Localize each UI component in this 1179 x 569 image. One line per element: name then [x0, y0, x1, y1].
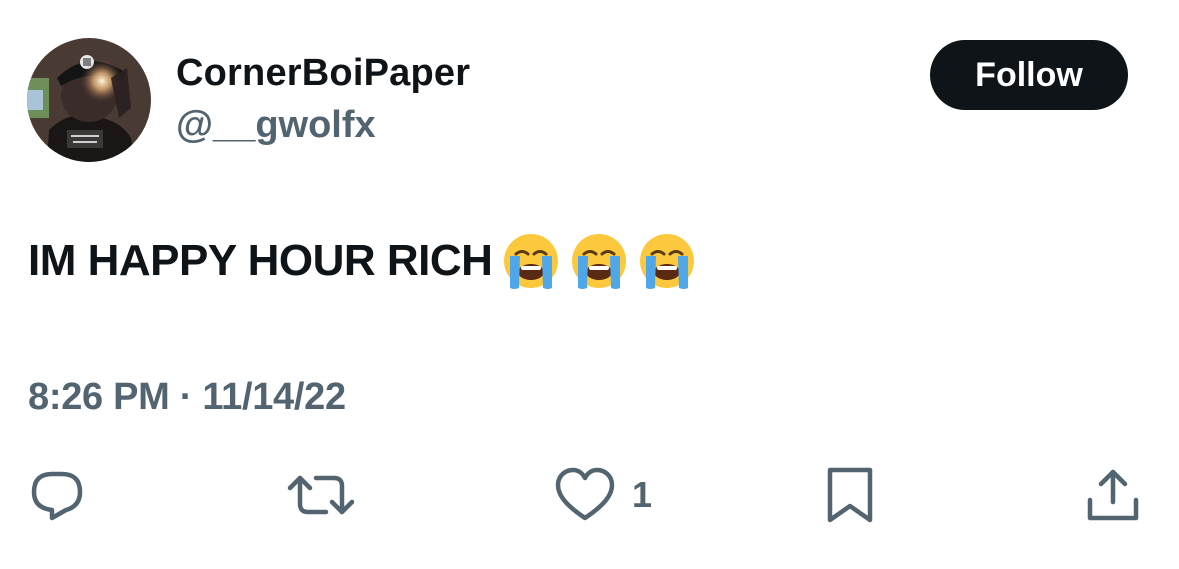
reply-icon: [31, 471, 83, 521]
tweet-text: IM HAPPY HOUR RICH: [28, 232, 696, 290]
tweet-card: CornerBoiPaper @__gwolfx Follow IM HAPPY…: [0, 0, 1179, 569]
share-button[interactable]: [1084, 466, 1142, 524]
reply-button[interactable]: [28, 466, 86, 524]
retweet-icon: [287, 475, 355, 515]
tweet-timestamp[interactable]: 8:26 PM · 11/14/22: [28, 376, 346, 419]
bookmark-button[interactable]: [824, 466, 876, 524]
bookmark-icon: [827, 467, 873, 523]
loudly-crying-face-icon: [502, 232, 560, 290]
heart-icon: [555, 467, 615, 521]
display-name[interactable]: CornerBoiPaper: [176, 52, 470, 95]
like-count: 1: [632, 474, 653, 515]
tweet-body-text: IM HAPPY HOUR RICH: [28, 236, 493, 285]
loudly-crying-face-icon: [570, 232, 628, 290]
loudly-crying-face-icon: [638, 232, 696, 290]
share-icon: [1087, 469, 1139, 521]
retweet-button[interactable]: [286, 466, 356, 524]
avatar[interactable]: [27, 38, 151, 162]
user-handle[interactable]: @__gwolfx: [176, 104, 376, 147]
like-button[interactable]: 1: [554, 466, 652, 524]
follow-button[interactable]: Follow: [930, 40, 1128, 110]
